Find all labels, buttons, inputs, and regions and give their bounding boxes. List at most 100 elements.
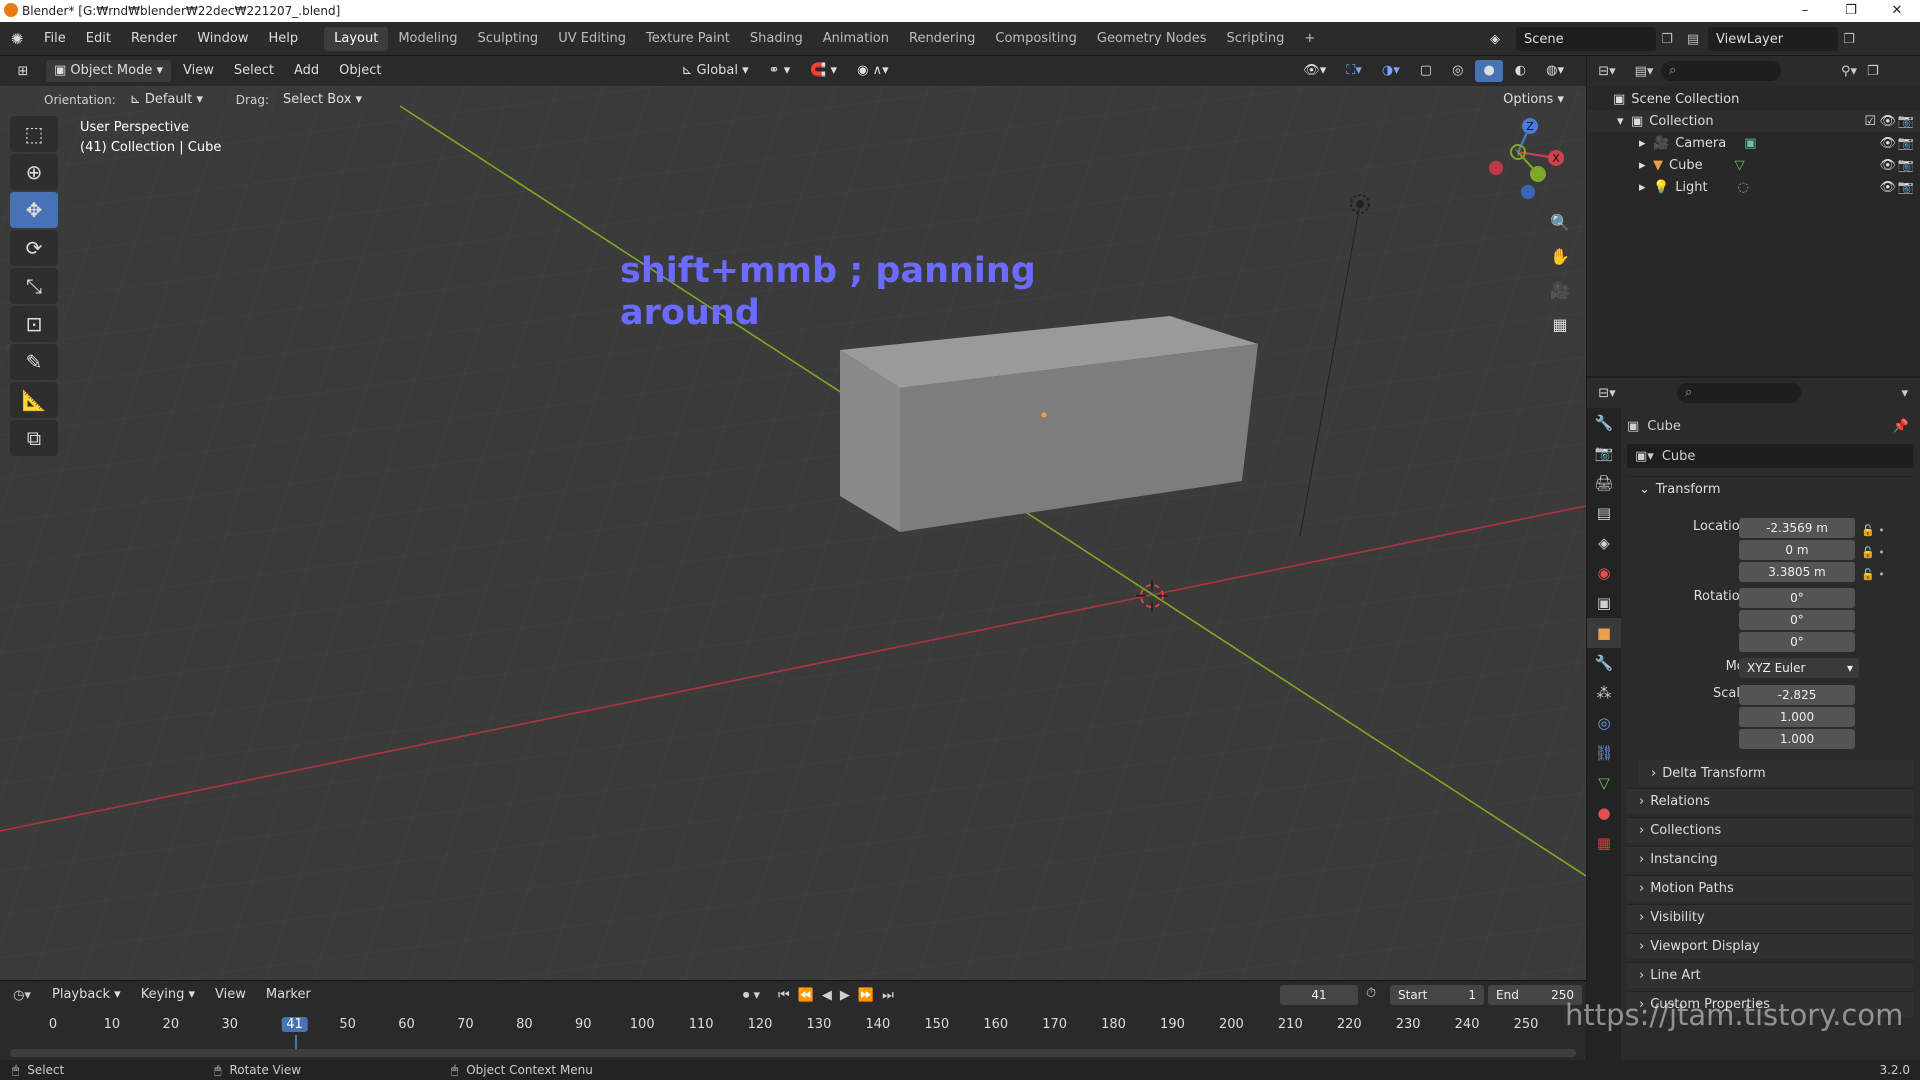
location-x-field[interactable]: -2.3569 m — [1739, 518, 1855, 538]
overlay-toggle-icon[interactable]: ◑▾ — [1374, 60, 1408, 82]
view-layer-icon[interactable]: ▤ — [1678, 32, 1708, 47]
timeline-scrollbar[interactable] — [10, 1049, 1576, 1057]
view-layer-selector[interactable]: ViewLayer — [1708, 27, 1838, 51]
collection-checkbox[interactable]: ☑ — [1864, 114, 1876, 129]
material-shading-icon[interactable]: ◐ — [1507, 60, 1534, 82]
outliner-row-scene-collection[interactable]: ▣ Scene Collection — [1587, 88, 1920, 110]
tool-tab-icon[interactable]: 🔧 — [1587, 408, 1621, 438]
outliner-row-camera[interactable]: ▸ 🎥 Camera ▣ 👁 📷 — [1587, 132, 1920, 154]
add-workspace-button[interactable]: + — [1294, 27, 1325, 51]
add-cube-tool[interactable]: ⧉ — [10, 420, 58, 456]
rendered-shading-icon[interactable]: ◍▾ — [1538, 60, 1572, 82]
properties-search-input[interactable]: ⌕ — [1677, 383, 1801, 403]
constraints-tab-icon[interactable]: ⛓ — [1587, 738, 1621, 768]
tab-shading[interactable]: Shading — [740, 27, 813, 51]
outliner-search-input[interactable]: ⌕ — [1661, 61, 1781, 81]
object-mode-dropdown[interactable]: ▣ Object Mode ▾ — [46, 60, 171, 82]
scale-x-field[interactable]: -2.825 — [1739, 685, 1855, 705]
new-collection-icon[interactable]: ❐ — [1867, 64, 1879, 79]
snap-icon[interactable]: 🧲 ▾ — [802, 60, 845, 82]
gizmo-toggle-icon[interactable]: ⛶▾ — [1338, 60, 1370, 82]
render-camera-icon[interactable]: 📷 — [1898, 158, 1914, 173]
eye-icon[interactable]: 👁 — [1879, 158, 1896, 173]
physics-tab-icon[interactable]: ◎ — [1587, 708, 1621, 738]
tab-texture-paint[interactable]: Texture Paint — [636, 27, 740, 51]
render-tab-icon[interactable]: 📷 — [1587, 438, 1621, 468]
tab-rendering[interactable]: Rendering — [899, 27, 985, 51]
proportional-edit-icon[interactable]: ◉ ∧▾ — [849, 60, 897, 82]
relations-panel[interactable]: › Relations — [1627, 788, 1913, 814]
tab-uv-editing[interactable]: UV Editing — [548, 27, 636, 51]
collections-panel[interactable]: › Collections — [1627, 817, 1913, 843]
eye-icon[interactable]: 👁 — [1879, 180, 1896, 195]
new-view-layer-icon[interactable]: ❐ — [1838, 32, 1860, 47]
tab-sculpting[interactable]: Sculpting — [467, 27, 548, 51]
lock-icon[interactable]: 🔓 • — [1861, 564, 1901, 586]
pin-icon[interactable]: 📌 — [1893, 419, 1909, 434]
collection-tab-icon[interactable]: ▣ — [1587, 588, 1621, 618]
tab-compositing[interactable]: Compositing — [985, 27, 1087, 51]
rotation-y-field[interactable]: 0° — [1739, 610, 1855, 630]
lock-icon[interactable]: 🔓 • — [1861, 542, 1901, 564]
menu-object[interactable]: Object — [331, 60, 389, 82]
tab-geometry-nodes[interactable]: Geometry Nodes — [1087, 27, 1217, 51]
menu-render[interactable]: Render — [121, 31, 187, 46]
dropdown-arrow-icon[interactable]: ▾ — [1901, 386, 1908, 401]
menu-file[interactable]: File — [34, 31, 76, 46]
world-tab-icon[interactable]: ◉ — [1587, 558, 1621, 588]
visibility-icon[interactable]: 👁▾ — [1295, 60, 1334, 82]
outliner-row-cube[interactable]: ▸ ▼ Cube ▽ 👁 📷 — [1587, 154, 1920, 176]
ortho-grid-icon[interactable]: ▦ — [1546, 310, 1574, 338]
view-layer-tab-icon[interactable]: ▤ — [1587, 498, 1621, 528]
blender-menu-icon[interactable]: ✺ — [0, 30, 34, 48]
outliner-row-collection[interactable]: ▾ ▣ Collection ☑ 👁 📷 — [1587, 110, 1920, 132]
line-art-panel[interactable]: › Line Art — [1627, 962, 1913, 988]
move-tool[interactable]: ✥ — [10, 192, 58, 228]
modifier-tab-icon[interactable]: 🔧 — [1587, 648, 1621, 678]
scene-icon[interactable]: ◈ — [1490, 32, 1516, 47]
filter-icon[interactable]: ⚲▾ — [1841, 64, 1857, 79]
menu-help[interactable]: Help — [259, 31, 309, 46]
rotation-mode-dropdown[interactable]: XYZ Euler ▾ — [1739, 658, 1859, 678]
zoom-icon[interactable]: 🔍 — [1546, 208, 1574, 236]
location-y-field[interactable]: 0 m — [1739, 540, 1855, 560]
viewport-display-panel[interactable]: › Viewport Display — [1627, 933, 1913, 959]
close-button[interactable]: ✕ — [1874, 0, 1920, 22]
wireframe-shading-icon[interactable]: ◎ — [1444, 60, 1471, 82]
drag-dropdown[interactable]: Select Box ▾ — [274, 89, 371, 111]
render-camera-icon[interactable]: 📷 — [1898, 136, 1914, 151]
tab-layout[interactable]: Layout — [324, 26, 389, 51]
properties-editor-icon[interactable]: ⊟▾ — [1587, 386, 1627, 401]
tab-scripting[interactable]: Scripting — [1217, 27, 1295, 51]
pan-hand-icon[interactable]: ✋ — [1546, 242, 1574, 270]
annotate-tool[interactable]: ✎ — [10, 344, 58, 380]
object-name-field[interactable]: ▣▾ Cube — [1627, 444, 1913, 468]
menu-add[interactable]: Add — [286, 60, 327, 82]
tab-modeling[interactable]: Modeling — [388, 27, 467, 51]
material-tab-icon[interactable]: ● — [1587, 798, 1621, 828]
location-z-field[interactable]: 3.3805 m — [1739, 562, 1855, 582]
display-mode-icon[interactable]: ▤▾ — [1627, 64, 1661, 79]
delta-transform-panel[interactable]: › Delta Transform — [1639, 760, 1913, 786]
measure-tool[interactable]: 📐 — [10, 382, 58, 418]
motion-paths-panel[interactable]: › Motion Paths — [1627, 875, 1913, 901]
data-tab-icon[interactable]: ▽ — [1587, 768, 1621, 798]
render-camera-icon[interactable]: 📷 — [1898, 180, 1914, 195]
visibility-panel[interactable]: › Visibility — [1627, 904, 1913, 930]
object-tab-icon[interactable]: ■ — [1587, 618, 1621, 648]
scale-z-field[interactable]: 1.000 — [1739, 729, 1855, 749]
new-scene-icon[interactable]: ❐ — [1656, 32, 1678, 47]
menu-view[interactable]: View — [175, 60, 222, 82]
particles-tab-icon[interactable]: ⁂ — [1587, 678, 1621, 708]
navigation-gizmo[interactable]: Z X Y — [1478, 114, 1568, 204]
scene-tab-icon[interactable]: ◈ — [1587, 528, 1621, 558]
output-tab-icon[interactable]: 🖨 — [1587, 468, 1621, 498]
outliner-row-light[interactable]: ▸ 💡 Light ◌ 👁 📷 — [1587, 176, 1920, 198]
scale-y-field[interactable]: 1.000 — [1739, 707, 1855, 727]
3d-viewport[interactable]: ⬚ ⊕ ✥ ⟳ ⤡ ⊡ ✎ 📐 ⧉ Orientation: ⊾ Default… — [0, 86, 1586, 980]
expand-arrow-icon[interactable]: ▸ — [1639, 136, 1653, 151]
outliner-editor-icon[interactable]: ⊟▾ — [1587, 64, 1627, 79]
rotation-x-field[interactable]: 0° — [1739, 588, 1855, 608]
lock-icon[interactable]: 🔓 • — [1861, 520, 1901, 542]
xray-icon[interactable]: ▢ — [1412, 60, 1440, 82]
